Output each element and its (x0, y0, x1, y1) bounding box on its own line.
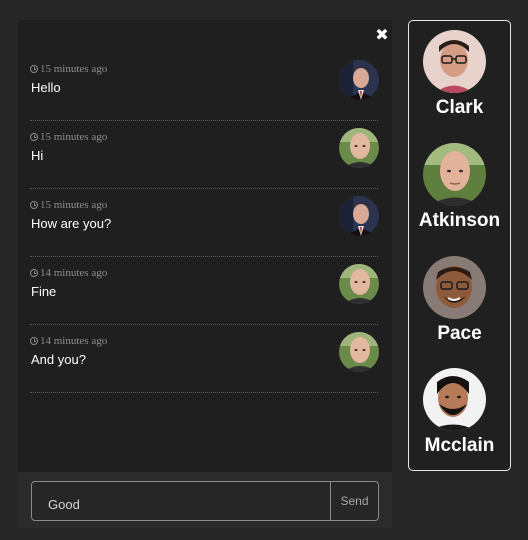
contacts-panel: Clark Atkinson Pace Mcclain (408, 20, 511, 471)
contact-name: Clark (435, 97, 484, 118)
message-time: 14 minutes ago (40, 335, 108, 347)
atkinson-avatar[interactable] (423, 143, 486, 206)
message-time: 14 minutes ago (40, 267, 108, 279)
close-icon[interactable]: ✖ (374, 27, 390, 43)
chat-message: 14 minutes ago And you? (30, 324, 379, 393)
message-time: 15 minutes ago (40, 199, 108, 211)
pace-avatar[interactable] (423, 256, 486, 319)
message-text: Hi (31, 148, 44, 163)
message-time: 15 minutes ago (40, 63, 108, 75)
atkinson-avatar[interactable] (339, 128, 379, 168)
message-input[interactable] (32, 482, 312, 520)
clark-avatar[interactable] (339, 60, 379, 100)
chat-message: 15 minutes ago Hello (30, 52, 379, 121)
message-text: How are you? (31, 216, 112, 231)
contact-name: Pace (437, 323, 482, 344)
clock-icon (30, 269, 38, 277)
clark-avatar[interactable] (339, 196, 379, 236)
clark-avatar[interactable] (423, 30, 486, 93)
send-button[interactable]: Send (330, 482, 378, 520)
contact-name: Atkinson (418, 210, 501, 231)
message-time: 15 minutes ago (40, 131, 108, 143)
clock-icon (30, 133, 38, 141)
clock-icon (30, 65, 38, 73)
atkinson-avatar[interactable] (339, 264, 379, 304)
message-text: Fine (31, 284, 57, 299)
message-text: And you? (31, 352, 86, 367)
chat-message: 15 minutes ago Hi (30, 120, 379, 189)
chat-message: 15 minutes ago How are you? (30, 188, 379, 257)
mcclain-avatar[interactable] (423, 368, 486, 431)
clock-icon (30, 201, 38, 209)
chat-message: 14 minutes ago Fine (30, 256, 379, 325)
message-text: Hello (31, 80, 61, 95)
clock-icon (30, 337, 38, 345)
atkinson-avatar[interactable] (339, 332, 379, 372)
contact-name: Mcclain (424, 435, 495, 456)
message-input-group: Send (31, 481, 379, 521)
